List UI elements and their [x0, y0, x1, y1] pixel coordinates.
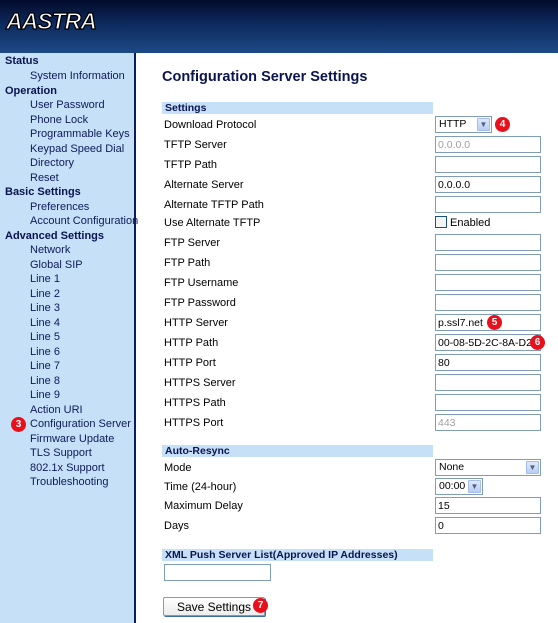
label-ftp-username: FTP Username: [164, 277, 239, 289]
save-settings-button[interactable]: Save Settings: [163, 597, 265, 616]
xml-push-server-input[interactable]: [164, 564, 271, 581]
sidebar-item-line-8[interactable]: Line 8: [30, 374, 60, 388]
sidebar-item-line-1[interactable]: Line 1: [30, 272, 60, 286]
download-protocol-value: HTTP: [439, 118, 467, 130]
callout-badge-3: 3: [11, 417, 26, 432]
mode-value: None: [439, 461, 465, 473]
label-mode: Mode: [164, 462, 192, 474]
time-select[interactable]: 00:00 ▼: [435, 478, 483, 495]
sidebar-item-account-configuration[interactable]: Account Configuration: [30, 214, 138, 228]
section-header-xml-push: XML Push Server List(Approved IP Address…: [162, 549, 433, 561]
download-protocol-select[interactable]: HTTP ▼: [435, 116, 492, 133]
label-maximum-delay: Maximum Delay: [164, 500, 243, 512]
label-use-alternate-tftp: Use Alternate TFTP: [164, 217, 261, 229]
sidebar-item-line-7[interactable]: Line 7: [30, 359, 60, 373]
use-alternate-tftp-checkbox[interactable]: [435, 216, 447, 228]
sidebar-item-configuration-server[interactable]: Configuration Server: [30, 417, 131, 431]
sidebar-section-status[interactable]: Status: [5, 54, 39, 68]
callout-badge-5: 5: [487, 315, 502, 330]
ftp-password-input[interactable]: [435, 294, 541, 311]
sidebar-item-line-6[interactable]: Line 6: [30, 345, 60, 359]
time-value: 00:00: [439, 480, 466, 492]
sidebar-item-troubleshooting[interactable]: Troubleshooting: [30, 475, 108, 489]
label-http-port: HTTP Port: [164, 357, 216, 369]
ftp-server-input[interactable]: [435, 234, 541, 251]
chevron-down-icon: ▼: [526, 461, 539, 474]
label-https-server: HTTPS Server: [164, 377, 236, 389]
svg-text:AASTRA: AASTRA: [5, 8, 96, 34]
label-http-server: HTTP Server: [164, 317, 228, 329]
label-days: Days: [164, 520, 190, 532]
label-alternate-tftp-path: Alternate TFTP Path: [164, 199, 264, 211]
http-port-input[interactable]: [435, 354, 541, 371]
sidebar-item-line-3[interactable]: Line 3: [30, 301, 60, 315]
label-tftp-path: TFTP Path: [164, 159, 217, 171]
ftp-path-input[interactable]: [435, 254, 541, 271]
mode-select[interactable]: None ▼: [435, 459, 541, 476]
chevron-down-icon: ▼: [468, 480, 481, 493]
sidebar-item-line-2[interactable]: Line 2: [30, 287, 60, 301]
ftp-username-input[interactable]: [435, 274, 541, 291]
sidebar-item-reset[interactable]: Reset: [30, 171, 59, 185]
label-ftp-path: FTP Path: [164, 257, 211, 269]
alternate-tftp-path-input[interactable]: [435, 196, 541, 213]
sidebar-item-programmable-keys[interactable]: Programmable Keys: [30, 127, 130, 141]
tftp-path-input[interactable]: [435, 156, 541, 173]
label-https-path: HTTPS Path: [164, 397, 226, 409]
sidebar-item-network[interactable]: Network: [30, 243, 70, 257]
label-tftp-server: TFTP Server: [164, 139, 227, 151]
aastra-logo: AASTRA: [5, 7, 97, 34]
section-header-auto-resync: Auto-Resync: [162, 445, 433, 457]
main-content: Configuration Server Settings Settings D…: [138, 53, 558, 623]
chevron-down-icon: ▼: [477, 118, 490, 131]
label-download-protocol: Download Protocol: [164, 119, 257, 131]
section-header-settings: Settings: [162, 102, 433, 114]
sidebar-section-operation[interactable]: Operation: [5, 84, 57, 98]
days-input[interactable]: [435, 517, 541, 534]
sidebar-item-line-9[interactable]: Line 9: [30, 388, 60, 402]
sidebar-item-system-information[interactable]: System Information: [30, 69, 125, 83]
sidebar-item-keypad-speed-dial[interactable]: Keypad Speed Dial: [30, 142, 124, 156]
label-time: Time (24-hour): [164, 481, 237, 493]
sidebar-section-basic-settings[interactable]: Basic Settings: [5, 185, 81, 199]
sidebar-item-preferences[interactable]: Preferences: [30, 200, 89, 214]
sidebar-item-firmware-update[interactable]: Firmware Update: [30, 432, 114, 446]
label-ftp-server: FTP Server: [164, 237, 221, 249]
https-server-input[interactable]: [435, 374, 541, 391]
https-port-input[interactable]: [435, 414, 541, 431]
sidebar-item-directory[interactable]: Directory: [30, 156, 74, 170]
maximum-delay-input[interactable]: [435, 497, 541, 514]
sidebar-item-line-5[interactable]: Line 5: [30, 330, 60, 344]
sidebar-nav: Status System Information Operation User…: [0, 53, 138, 623]
enabled-label: Enabled: [450, 217, 491, 229]
sidebar-item-tls-support[interactable]: TLS Support: [30, 446, 92, 460]
label-ftp-password: FTP Password: [164, 297, 236, 309]
label-alternate-server: Alternate Server: [164, 179, 244, 191]
callout-badge-6: 6: [530, 335, 545, 350]
callout-badge-4: 4: [495, 117, 510, 132]
tftp-server-input[interactable]: [435, 136, 541, 153]
sidebar-item-action-uri[interactable]: Action URI: [30, 403, 83, 417]
sidebar-section-advanced-settings[interactable]: Advanced Settings: [5, 229, 104, 243]
http-path-input[interactable]: [435, 334, 541, 351]
sidebar-item-user-password[interactable]: User Password: [30, 98, 105, 112]
sidebar-item-8021x-support[interactable]: 802.1x Support: [30, 461, 105, 475]
header-banner: AASTRA: [0, 0, 558, 53]
callout-badge-7: 7: [253, 598, 268, 613]
sidebar-item-global-sip[interactable]: Global SIP: [30, 258, 83, 272]
page-title: Configuration Server Settings: [162, 69, 368, 85]
sidebar-item-line-4[interactable]: Line 4: [30, 316, 60, 330]
use-alternate-tftp-row: Enabled: [435, 216, 490, 230]
label-http-path: HTTP Path: [164, 337, 219, 349]
https-path-input[interactable]: [435, 394, 541, 411]
label-https-port: HTTPS Port: [164, 417, 224, 429]
sidebar-item-phone-lock[interactable]: Phone Lock: [30, 113, 88, 127]
alternate-server-input[interactable]: [435, 176, 541, 193]
